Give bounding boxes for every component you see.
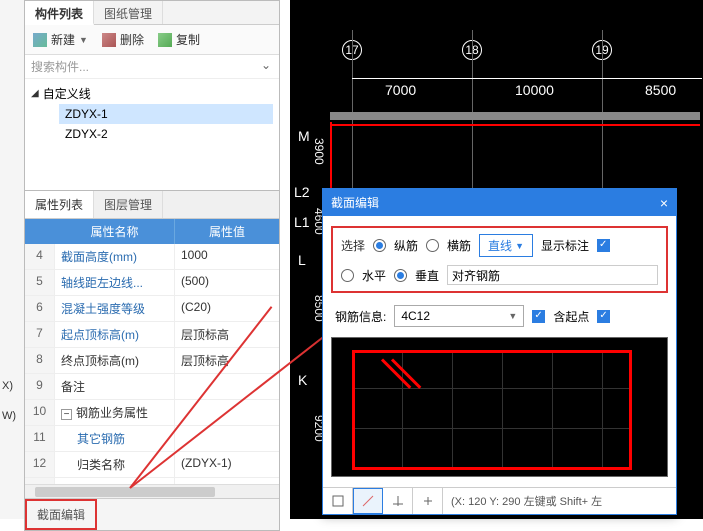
table-row[interactable]: 8终点顶标高(m)层顶标高 [25,348,279,374]
status-coords: (X: 120 Y: 290 左键或 Shift+ 左 [443,489,676,513]
dialog-title: 截面编辑 [331,194,379,211]
header-name: 属性名称 [55,219,175,244]
straight-line-button[interactable]: 直线▼ [479,234,533,257]
tab-drawing-manage[interactable]: 图纸管理 [94,1,163,24]
checkbox-include-start[interactable] [532,310,545,323]
copy-button[interactable]: 复制 [158,31,200,48]
tree-root[interactable]: ◢ 自定义线 [31,83,273,104]
chevron-down-icon: ▼ [79,35,88,45]
axis-l2: L2 [294,184,310,200]
property-table[interactable]: 4截面高度(mm)10005轴线距左边线...(500)6混凝土强度等级(C20… [25,244,279,484]
table-row[interactable]: 4截面高度(mm)1000 [25,244,279,270]
section-edit-dialog: 截面编辑 × 选择 纵筋 横筋 直线▼ 显示标注 水平 垂直 [322,188,677,515]
tab-component-list[interactable]: 构件列表 [25,1,94,25]
dim-10000: 10000 [515,82,554,98]
chevron-down-icon: ▼ [515,241,524,251]
align-rebar-input[interactable] [447,265,658,285]
rebar-info-dropdown[interactable]: 4C12▼ [394,305,524,327]
radio-horizontal[interactable] [341,269,354,282]
label-rebar-info: 钢筋信息: [335,308,386,325]
tool-line-icon[interactable] [353,488,383,514]
table-row[interactable]: 10−钢筋业务属性 [25,400,279,426]
tab-property-list[interactable]: 属性列表 [25,191,94,218]
property-header: 属性名称 属性值 [25,219,279,244]
dim-7000: 7000 [385,82,416,98]
tab-section-edit[interactable]: 截面编辑 [25,499,97,530]
component-toolbar: 新建▼ 删除 复制 [25,25,279,55]
new-button[interactable]: 新建▼ [33,31,88,48]
new-icon [33,33,47,47]
caret-down-icon: ◢ [31,88,39,99]
component-tree: ◢ 自定义线 ZDYX-1 ZDYX-2 [25,79,279,189]
bottom-tabs: 截面编辑 [25,498,279,530]
radio-vertical[interactable] [394,269,407,282]
chevron-down-icon: ▼ [508,311,517,321]
side-label-w: W) [2,410,16,422]
delete-icon [102,33,116,47]
radio-longitudinal[interactable] [373,239,386,252]
side-label-x: X) [2,380,13,392]
section-preview[interactable] [331,337,668,477]
property-panel: 属性列表 图层管理 属性名称 属性值 4截面高度(mm)10005轴线距左边线.… [24,190,280,531]
table-row[interactable]: 12归类名称(ZDYX-1) [25,452,279,478]
property-tabs: 属性列表 图层管理 [25,191,279,219]
tool-rect-icon[interactable] [323,488,353,514]
header-value: 属性值 [175,219,279,244]
table-row[interactable]: 5轴线距左边线...(500) [25,270,279,296]
checkbox-include-start2[interactable] [597,310,610,323]
options-box: 选择 纵筋 横筋 直线▼ 显示标注 水平 垂直 [331,226,668,293]
axis-k: K [298,372,307,388]
tree-item-zdyx2[interactable]: ZDYX-2 [59,124,273,144]
top-tabs: 构件列表 图纸管理 [25,1,279,25]
vdim-3900: 3900 [312,138,326,165]
axis-l1: L1 [294,214,310,230]
tab-layer-manage[interactable]: 图层管理 [94,191,163,218]
table-row[interactable]: 11其它钢筋 [25,426,279,452]
label-select: 选择 [341,237,365,254]
tool-cross-icon[interactable] [383,488,413,514]
dim-8500: 8500 [645,82,676,98]
delete-button[interactable]: 删除 [102,31,144,48]
axis-m: M [298,128,310,144]
table-row[interactable]: 9备注 [25,374,279,400]
copy-icon [158,33,172,47]
close-icon[interactable]: × [660,195,668,211]
radio-transverse[interactable] [426,239,439,252]
tree-item-zdyx1[interactable]: ZDYX-1 [59,104,273,124]
dialog-statusbar: (X: 120 Y: 290 左键或 Shift+ 左 [323,487,676,514]
checkbox-show-label[interactable] [597,239,610,252]
tool-plus-icon[interactable] [413,488,443,514]
search-input[interactable]: 搜索构件... [25,55,279,79]
dialog-titlebar[interactable]: 截面编辑 × [323,189,676,216]
horizontal-scrollbar[interactable] [25,484,279,498]
axis-l: L [298,252,306,268]
table-row[interactable]: 6混凝土强度等级(C20) [25,296,279,322]
